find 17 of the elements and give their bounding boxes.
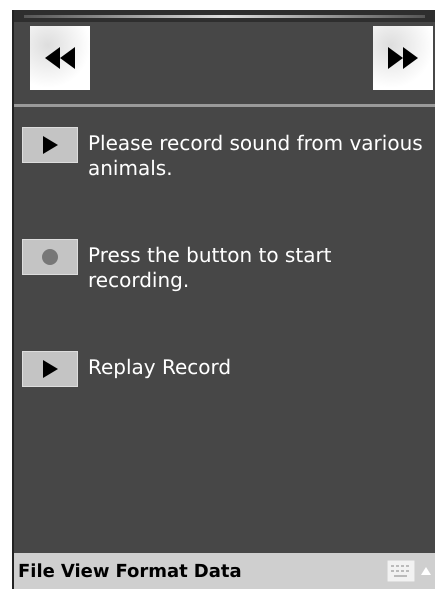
menu-item[interactable]: File <box>18 560 55 582</box>
play-icon <box>42 360 58 378</box>
record-icon <box>41 248 59 266</box>
menu-item[interactable]: View <box>60 560 110 582</box>
instruction-text: Press the button to start recording. <box>88 242 333 293</box>
play-button[interactable] <box>22 351 78 387</box>
rewind-icon <box>45 47 75 69</box>
rewind-button[interactable] <box>30 26 90 90</box>
instruction-text: Replay Record <box>88 354 232 380</box>
play-icon <box>42 136 58 154</box>
menu-item[interactable]: Data <box>194 560 242 582</box>
instruction-text: Please record sound from various animals. <box>88 130 424 181</box>
fast-forward-button[interactable] <box>373 26 433 90</box>
play-button[interactable] <box>22 127 78 163</box>
menu-item[interactable]: Format <box>115 560 188 582</box>
record-button[interactable] <box>22 239 78 275</box>
fast-forward-icon <box>388 47 418 69</box>
